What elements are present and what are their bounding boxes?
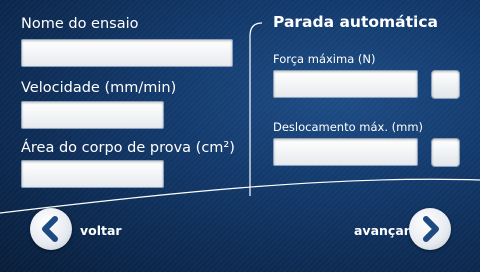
next-label[interactable]: avançar [354, 223, 410, 238]
next-button[interactable] [409, 208, 451, 250]
max-displacement-label: Deslocamento máx. (mm) [273, 120, 424, 134]
test-name-input[interactable] [21, 39, 233, 67]
max-force-input[interactable] [273, 70, 418, 98]
test-name-label: Nome do ensaio [21, 16, 139, 32]
specimen-area-label: Área do corpo de prova (cm²) [21, 140, 235, 156]
max-displacement-input[interactable] [273, 138, 418, 166]
speed-input[interactable] [21, 101, 164, 129]
max-force-label: Força máxima (N) [273, 52, 376, 66]
chevron-right-icon [423, 216, 439, 242]
back-label[interactable]: voltar [80, 223, 122, 238]
back-button[interactable] [30, 208, 72, 250]
specimen-area-input[interactable] [21, 160, 164, 188]
max-force-checkbox[interactable] [431, 70, 460, 99]
max-displacement-checkbox[interactable] [431, 138, 460, 167]
auto-stop-title: Parada automática [273, 13, 438, 31]
chevron-left-icon [42, 216, 58, 242]
test-setup-screen: Nome do ensaio Velocidade (mm/min) Área … [0, 0, 480, 272]
speed-label: Velocidade (mm/min) [21, 80, 177, 96]
